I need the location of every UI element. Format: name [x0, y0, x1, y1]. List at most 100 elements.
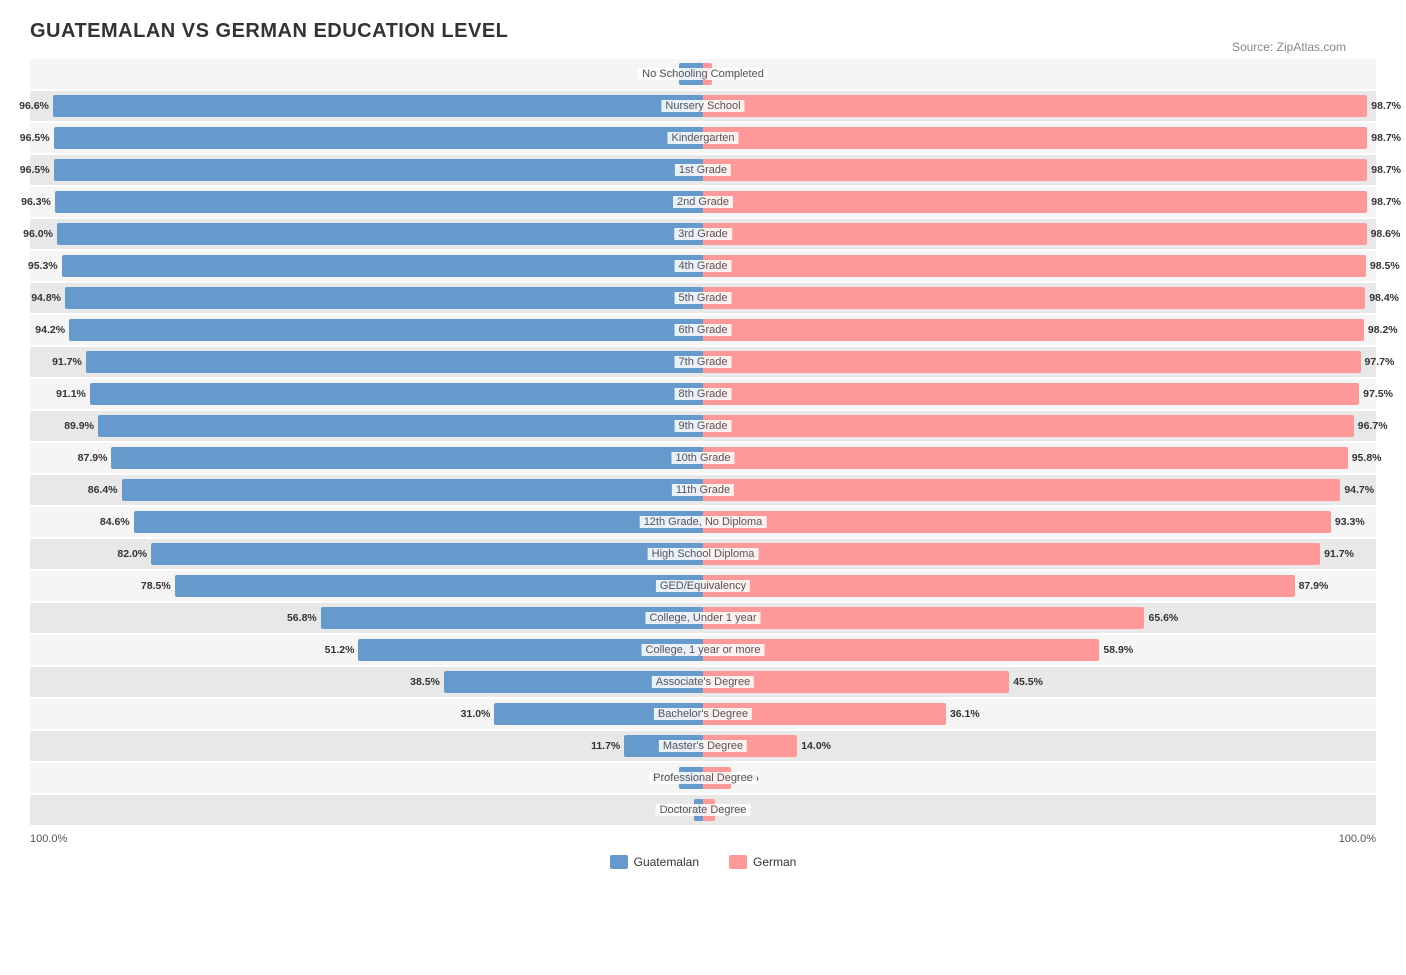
- guatemalan-value: 94.8%: [31, 292, 61, 304]
- german-bar: 91.7%: [703, 543, 1320, 565]
- guatemalan-value: 96.5%: [20, 164, 50, 176]
- german-bar: 36.1%: [703, 703, 946, 725]
- guatemalan-bar: 95.3%: [62, 255, 703, 277]
- german-value: 97.7%: [1365, 356, 1395, 368]
- guatemalan-value: 3.5%: [652, 772, 676, 784]
- guatemalan-value: 11.7%: [591, 740, 620, 752]
- german-value: 1.4%: [716, 68, 740, 80]
- bottom-left-label: 100.0%: [30, 833, 67, 845]
- german-value: 98.7%: [1371, 132, 1401, 144]
- guatemalan-bar: 94.8%: [65, 287, 703, 309]
- german-value: 14.0%: [801, 740, 831, 752]
- german-bar: 97.5%: [703, 383, 1359, 405]
- german-bar: 1.4%: [703, 63, 712, 85]
- bar-row: 31.0%36.1%Bachelor's Degree: [30, 699, 1376, 729]
- german-value: 98.4%: [1369, 292, 1399, 304]
- guatemalan-value: 86.4%: [88, 484, 118, 496]
- guatemalan-bar: 96.0%: [57, 223, 703, 245]
- german-bar: 98.7%: [703, 191, 1367, 213]
- guatemalan-bar: 91.1%: [90, 383, 703, 405]
- guatemalan-bar: 96.3%: [55, 191, 703, 213]
- german-value: 65.6%: [1148, 612, 1178, 624]
- guatemalan-bar: 31.0%: [494, 703, 703, 725]
- german-bar: 14.0%: [703, 735, 797, 757]
- source-label: Source: ZipAtlas.com: [1232, 40, 1346, 54]
- german-value: 36.1%: [950, 708, 980, 720]
- legend-german-label: German: [753, 855, 796, 869]
- bar-row: 1.4%1.8%Doctorate Degree: [30, 795, 1376, 825]
- bar-row: 86.4%94.7%11th Grade: [30, 475, 1376, 505]
- german-bar: 98.7%: [703, 159, 1367, 181]
- german-value: 98.2%: [1368, 324, 1398, 336]
- german-value: 95.8%: [1352, 452, 1382, 464]
- guatemalan-value: 91.1%: [56, 388, 86, 400]
- german-value: 98.7%: [1371, 196, 1401, 208]
- guatemalan-bar: 1.4%: [694, 799, 703, 821]
- german-value: 94.7%: [1344, 484, 1374, 496]
- german-bar: 95.8%: [703, 447, 1348, 469]
- legend-german: German: [729, 855, 796, 869]
- guatemalan-bar: 82.0%: [151, 543, 703, 565]
- german-value: 97.5%: [1363, 388, 1393, 400]
- guatemalan-bar: 91.7%: [86, 351, 703, 373]
- bar-row: 11.7%14.0%Master's Degree: [30, 731, 1376, 761]
- legend: Guatemalan German: [30, 855, 1376, 869]
- bar-row: 95.3%98.5%4th Grade: [30, 251, 1376, 281]
- bar-row: 94.2%98.2%6th Grade: [30, 315, 1376, 345]
- german-bar: 97.7%: [703, 351, 1361, 373]
- guatemalan-bar: 56.8%: [321, 607, 703, 629]
- german-value: 98.7%: [1371, 100, 1401, 112]
- guatemalan-value: 3.5%: [652, 68, 676, 80]
- guatemalan-value: 89.9%: [64, 420, 94, 432]
- bar-row: 87.9%95.8%10th Grade: [30, 443, 1376, 473]
- german-bar: 98.7%: [703, 95, 1367, 117]
- guatemalan-value: 91.7%: [52, 356, 82, 368]
- bar-row: 3.5%1.4%No Schooling Completed: [30, 59, 1376, 89]
- guatemalan-value: 78.5%: [141, 580, 171, 592]
- german-value: 93.3%: [1335, 516, 1365, 528]
- legend-guatemalan-label: Guatemalan: [634, 855, 699, 869]
- guatemalan-bar: 96.6%: [53, 95, 703, 117]
- bar-row: 78.5%87.9%GED/Equivalency: [30, 571, 1376, 601]
- german-bar: 98.5%: [703, 255, 1366, 277]
- bar-row: 3.5%4.1%Professional Degree: [30, 763, 1376, 793]
- legend-guatemalan: Guatemalan: [610, 855, 699, 869]
- guatemalan-bar: 96.5%: [54, 159, 703, 181]
- bar-row: 84.6%93.3%12th Grade, No Diploma: [30, 507, 1376, 537]
- guatemalan-value: 51.2%: [325, 644, 355, 656]
- guatemalan-value: 96.3%: [21, 196, 51, 208]
- bar-row: 96.5%98.7%1st Grade: [30, 155, 1376, 185]
- guatemalan-value: 94.2%: [35, 324, 65, 336]
- guatemalan-bar: 94.2%: [69, 319, 703, 341]
- guatemalan-value: 95.3%: [28, 260, 58, 272]
- bar-row: 91.7%97.7%7th Grade: [30, 347, 1376, 377]
- bar-row: 91.1%97.5%8th Grade: [30, 379, 1376, 409]
- guatemalan-value: 1.4%: [666, 804, 690, 816]
- german-value: 1.8%: [719, 804, 743, 816]
- german-value: 91.7%: [1324, 548, 1354, 560]
- german-bar: 87.9%: [703, 575, 1295, 597]
- bottom-right-label: 100.0%: [1339, 833, 1376, 845]
- german-bar: 45.5%: [703, 671, 1009, 693]
- legend-pink-box: [729, 855, 747, 869]
- guatemalan-value: 87.9%: [78, 452, 108, 464]
- german-bar: 98.7%: [703, 127, 1367, 149]
- german-value: 96.7%: [1358, 420, 1388, 432]
- guatemalan-bar: 3.5%: [679, 767, 703, 789]
- bottom-axis-labels: 100.0% 100.0%: [30, 833, 1376, 845]
- guatemalan-bar: 96.5%: [54, 127, 703, 149]
- german-bar: 1.8%: [703, 799, 715, 821]
- bar-row: 96.6%98.7%Nursery School: [30, 91, 1376, 121]
- german-bar: 98.4%: [703, 287, 1365, 309]
- german-bar: 96.7%: [703, 415, 1354, 437]
- guatemalan-bar: 38.5%: [444, 671, 703, 693]
- bar-row: 56.8%65.6%College, Under 1 year: [30, 603, 1376, 633]
- german-bar: 93.3%: [703, 511, 1331, 533]
- bar-row: 94.8%98.4%5th Grade: [30, 283, 1376, 313]
- german-bar: 98.6%: [703, 223, 1367, 245]
- german-bar: 4.1%: [703, 767, 731, 789]
- german-bar: 94.7%: [703, 479, 1340, 501]
- bar-row: 96.3%98.7%2nd Grade: [30, 187, 1376, 217]
- guatemalan-value: 96.6%: [19, 100, 49, 112]
- guatemalan-bar: 3.5%: [679, 63, 703, 85]
